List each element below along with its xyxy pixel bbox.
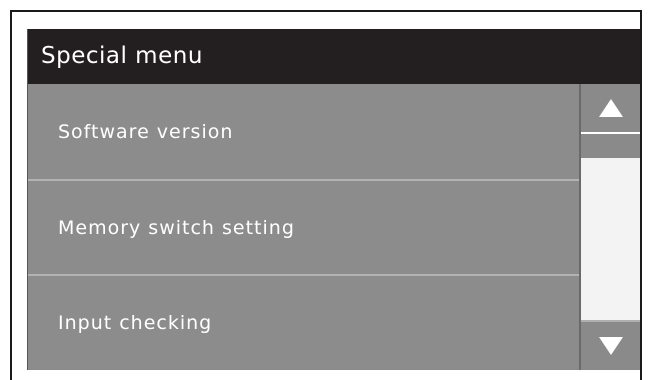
scroll-down-button[interactable] [581, 320, 640, 370]
scroll-track[interactable] [581, 134, 640, 158]
scroll-thumb[interactable] [581, 158, 640, 320]
triangle-up-icon [598, 99, 623, 117]
menu-item-label: Memory switch setting [58, 216, 295, 239]
lcd-screen: Special menu Software version Memory swi… [27, 29, 640, 370]
scrollbar[interactable] [579, 84, 640, 370]
menu-list: Software version Memory switch setting I… [28, 84, 579, 370]
menu-item-input-checking[interactable]: Input checking [28, 274, 579, 369]
triangle-down-icon [598, 337, 623, 355]
menu-item-memory-switch-setting[interactable]: Memory switch setting [28, 179, 579, 274]
scroll-up-button[interactable] [581, 84, 640, 134]
title-bar: Special menu [28, 29, 640, 84]
menu-item-software-version[interactable]: Software version [28, 84, 579, 179]
menu-item-label: Input checking [58, 311, 213, 334]
menu-item-label: Software version [58, 120, 234, 143]
